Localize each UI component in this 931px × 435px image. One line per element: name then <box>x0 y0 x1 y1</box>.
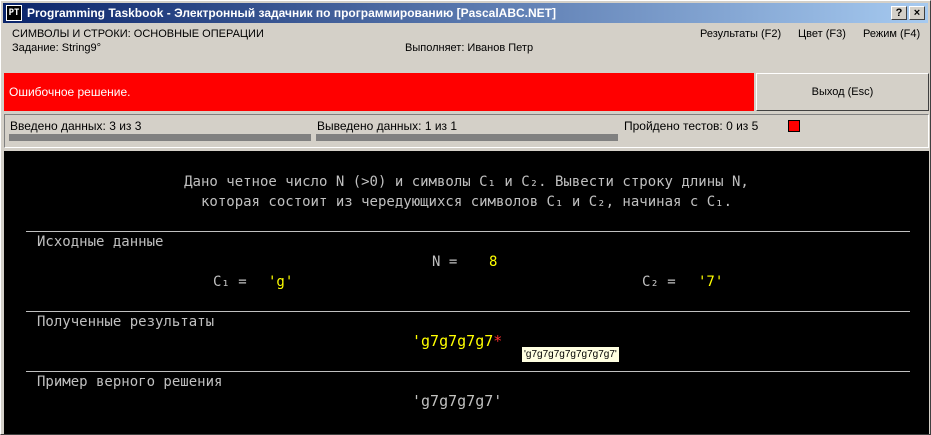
input-count-label: Введено данных: 3 из 3 <box>10 119 142 133</box>
section-divider-result <box>26 311 910 312</box>
input-section-title: Исходные данные <box>37 234 164 250</box>
result-section-title: Полученные результаты <box>37 314 215 330</box>
close-button[interactable]: × <box>909 6 925 20</box>
result-text: 'g7g7g7g7 <box>412 332 494 350</box>
mode-menu-item[interactable]: Режим (F4) <box>863 28 920 40</box>
test-status-indicator <box>788 120 800 132</box>
section-divider-input <box>26 231 910 232</box>
c2-label: C₂ = <box>642 274 676 290</box>
output-count-label: Выведено данных: 1 из 1 <box>317 119 458 133</box>
student-name: Выполняет: Иванов Петр <box>405 42 534 54</box>
title-bar[interactable]: PT Programming Taskbook - Электронный за… <box>3 3 928 23</box>
status-bar: Введено данных: 3 из 3 Выведено данных: … <box>4 114 929 148</box>
n-label: N = <box>432 254 458 270</box>
app-icon[interactable]: PT <box>6 5 22 21</box>
topic-title: СИМВОЛЫ И СТРОКИ: ОСНОВНЫЕ ОПЕРАЦИИ <box>12 28 264 40</box>
problem-line-2: которая состоит из чередующихся символов… <box>200 194 732 210</box>
color-menu-item[interactable]: Цвет (F3) <box>798 28 846 40</box>
results-menu-item[interactable]: Результаты (F2) <box>700 28 781 40</box>
tests-count-label: Пройдено тестов: 0 из 5 <box>624 119 759 133</box>
example-value: 'g7g7g7g7' <box>412 392 503 410</box>
result-tooltip: 'g7g7g7g7g7g7g7g7' <box>521 346 620 363</box>
task-console: Дано четное число N (>0) и символы C₁ и … <box>4 151 929 434</box>
n-value: 8 <box>489 254 498 270</box>
c1-label: C₁ = <box>213 274 247 290</box>
task-name: Задание: String9° <box>12 42 101 54</box>
output-progress-bar <box>316 134 618 141</box>
help-button[interactable]: ? <box>891 6 907 20</box>
window-title: Programming Taskbook - Электронный задач… <box>27 6 556 20</box>
exit-button[interactable]: Выход (Esc) <box>756 73 929 111</box>
result-value: 'g7g7g7g7* <box>412 332 502 350</box>
error-banner: Ошибочное решение. <box>4 73 754 111</box>
section-divider-example <box>26 371 910 372</box>
problem-line-1: Дано четное число N (>0) и символы C₁ и … <box>184 174 749 190</box>
example-section-title: Пример верного решения <box>37 374 223 390</box>
c2-value: '7' <box>698 274 724 290</box>
c1-value: 'g' <box>268 274 294 290</box>
taskbook-window: PT Programming Taskbook - Электронный за… <box>0 0 931 435</box>
error-marker: * <box>493 332 503 350</box>
input-progress-bar <box>9 134 311 141</box>
